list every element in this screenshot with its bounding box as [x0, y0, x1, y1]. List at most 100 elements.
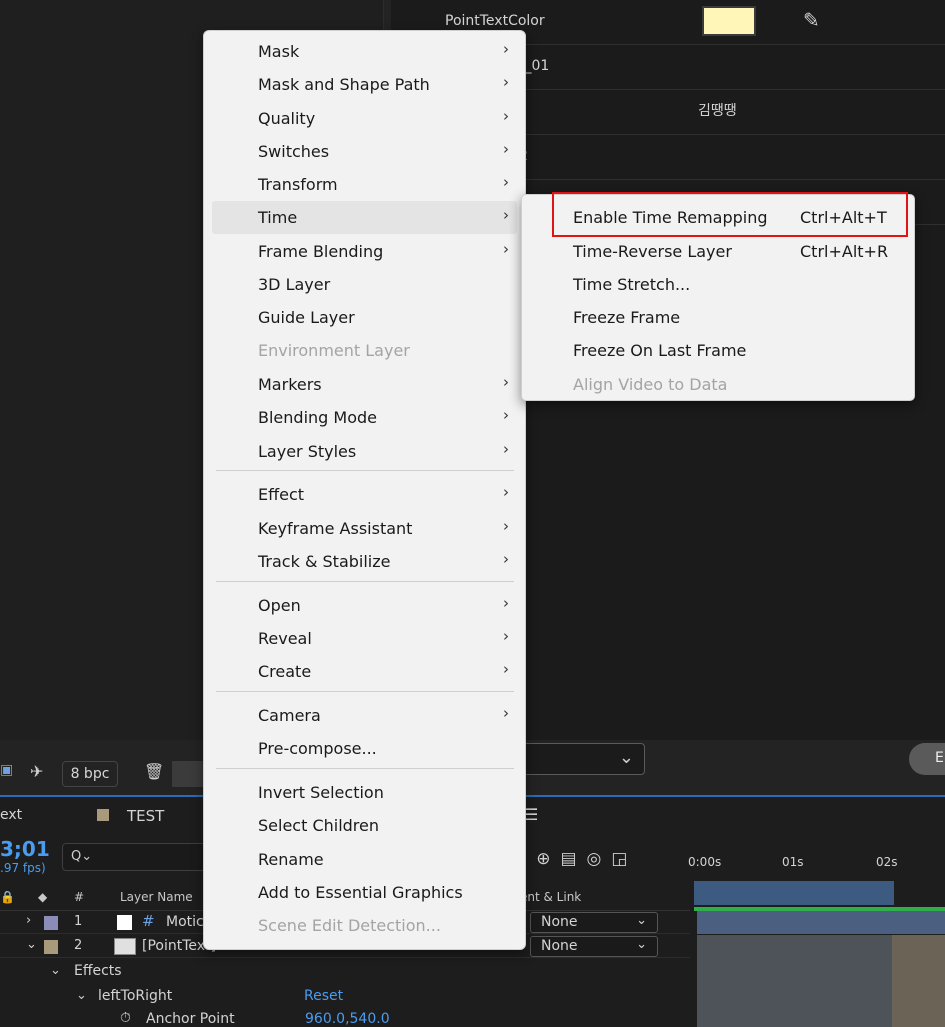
- trash-icon[interactable]: 🗑: [144, 762, 164, 781]
- expand-chevron-icon[interactable]: ›: [26, 913, 31, 928]
- timeline-tab-test[interactable]: TEST: [127, 807, 164, 825]
- comp-color-swatch: [97, 809, 109, 821]
- footage-icon: [114, 938, 136, 955]
- submenu-item-time-reverse-layer[interactable]: Time-Reverse Layer Ctrl+Alt+R: [522, 235, 914, 268]
- menu-item-quality[interactable]: Quality ›: [212, 102, 517, 135]
- collapse-chevron-icon[interactable]: ⌄: [26, 937, 37, 952]
- time-ruler[interactable]: 0:00s 01s 02s: [688, 845, 945, 885]
- submenu-item-freeze-frame[interactable]: Freeze Frame: [522, 301, 914, 334]
- submenu-arrow-icon: ›: [503, 550, 509, 568]
- menu-item-label: Camera: [258, 706, 321, 725]
- menu-item-rename[interactable]: Rename: [212, 843, 517, 876]
- effects-chevron-icon[interactable]: ⌄: [50, 963, 61, 978]
- bpc-button[interactable]: 8 bpc: [62, 761, 118, 787]
- submenu-item-label: Freeze Frame: [573, 308, 681, 327]
- menu-item-label: Effect: [258, 485, 305, 504]
- menu-item-mask-and-shape-path[interactable]: Mask and Shape Path ›: [212, 68, 517, 101]
- menu-item-reveal[interactable]: Reveal ›: [212, 622, 517, 655]
- menu-item-effect[interactable]: Effect ›: [212, 478, 517, 511]
- submenu-item-shortcut: Ctrl+Alt+R: [800, 242, 889, 261]
- menu-item-label: Mask: [258, 42, 300, 61]
- reset-link[interactable]: Reset: [304, 988, 343, 1004]
- eyedropper-icon[interactable]: ✎: [803, 8, 820, 32]
- menu-item-label: Time: [258, 208, 298, 227]
- submenu-arrow-icon: ›: [503, 594, 509, 612]
- work-area-bar[interactable]: [694, 881, 894, 905]
- timeline-search-input[interactable]: Q⌄: [62, 843, 207, 871]
- ruler-label: 0:00s: [688, 855, 722, 869]
- anchor-point-value[interactable]: 960.0,540.0: [305, 1011, 390, 1027]
- menu-item-transform[interactable]: Transform ›: [212, 168, 517, 201]
- header-layer-name[interactable]: Layer Name: [120, 890, 193, 904]
- submenu-arrow-icon: ›: [503, 40, 509, 58]
- menu-item-add-to-essential-graphics[interactable]: Add to Essential Graphics: [212, 876, 517, 909]
- parent-value: None: [541, 914, 578, 930]
- effect-chevron-icon[interactable]: ⌄: [76, 988, 87, 1003]
- submenu-arrow-icon: ›: [503, 140, 509, 158]
- menu-item-keyframe-assistant[interactable]: Keyframe Assistant ›: [212, 512, 517, 545]
- parent-dropdown[interactable]: None ⌄: [530, 912, 658, 933]
- menu-separator: [216, 581, 514, 582]
- menu-item-pre-compose[interactable]: Pre-compose...: [212, 732, 517, 765]
- menu-item-guide-layer[interactable]: Guide Layer: [212, 301, 517, 334]
- timeline-switch-icons[interactable]: ✦⊕▤◎◲: [512, 849, 637, 869]
- layer-label-color[interactable]: [44, 940, 58, 954]
- menu-item-invert-selection[interactable]: Invert Selection: [212, 776, 517, 809]
- ruler-label: 02s: [876, 855, 898, 869]
- menu-item-label: Create: [258, 662, 312, 681]
- menu-item-label: Guide Layer: [258, 308, 355, 327]
- layer-name[interactable]: Motic: [166, 914, 204, 930]
- label-tag-icon[interactable]: ◆: [38, 890, 47, 904]
- menu-item-label: Markers: [258, 375, 322, 394]
- anchor-point-label: Anchor Point: [146, 1011, 235, 1027]
- menu-item-create[interactable]: Create ›: [212, 655, 517, 688]
- menu-item-scene-edit-detection: Scene Edit Detection...: [212, 909, 517, 942]
- submenu-item-align-video-to-data: Align Video to Data: [522, 368, 914, 401]
- new-folder-icon[interactable]: ✈: [30, 762, 43, 781]
- submenu-arrow-icon: ›: [503, 440, 509, 458]
- submenu-arrow-icon: ›: [503, 517, 509, 535]
- submenu-arrow-icon: ›: [503, 704, 509, 722]
- menu-item-time[interactable]: Time ›: [212, 201, 517, 234]
- submenu-arrow-icon: ›: [503, 660, 509, 678]
- menu-item-open[interactable]: Open ›: [212, 589, 517, 622]
- menu-item-label: Rename: [258, 850, 324, 869]
- layer-type-icon: [117, 915, 132, 930]
- color-swatch[interactable]: [702, 6, 756, 36]
- submenu-item-time-stretch[interactable]: Time Stretch...: [522, 268, 914, 301]
- panel-menu-icon[interactable]: ☰: [524, 805, 538, 824]
- timeline-tab-prev[interactable]: ext: [0, 807, 22, 823]
- submenu-arrow-icon: ›: [503, 406, 509, 424]
- menu-separator: [216, 768, 514, 769]
- menu-item-camera[interactable]: Camera ›: [212, 699, 517, 732]
- menu-item-track-stabilize[interactable]: Track & Stabilize ›: [212, 545, 517, 578]
- menu-item-label: Mask and Shape Path: [258, 75, 430, 94]
- ec-text-value[interactable]: 김땡땡: [698, 100, 737, 120]
- menu-item-layer-styles[interactable]: Layer Styles ›: [212, 435, 517, 468]
- layer-label-color[interactable]: [44, 916, 58, 930]
- menu-item-label: Environment Layer: [258, 341, 410, 360]
- chevron-down-icon: ⌄: [636, 937, 647, 952]
- menu-item-switches[interactable]: Switches ›: [212, 135, 517, 168]
- null-icon: #: [142, 912, 155, 930]
- menu-item-frame-blending[interactable]: Frame Blending ›: [212, 235, 517, 268]
- menu-item-markers[interactable]: Markers ›: [212, 368, 517, 401]
- lock-icon[interactable]: 🔒: [0, 890, 15, 904]
- parent-dropdown[interactable]: None ⌄: [530, 936, 658, 957]
- ec-button[interactable]: E: [909, 743, 945, 775]
- menu-item-select-children[interactable]: Select Children: [212, 809, 517, 842]
- interpret-footage-icon[interactable]: ▣: [0, 762, 16, 778]
- submenu-arrow-icon: ›: [503, 373, 509, 391]
- header-parent-link[interactable]: ent & Link: [520, 890, 581, 904]
- submenu-arrow-icon: ›: [503, 206, 509, 224]
- menu-item-label: Track & Stabilize: [258, 552, 391, 571]
- menu-item-mask[interactable]: Mask ›: [212, 35, 517, 68]
- layer-track[interactable]: [697, 911, 945, 934]
- current-timecode[interactable]: 3;01: [0, 837, 50, 861]
- menu-item-3d-layer[interactable]: 3D Layer: [212, 268, 517, 301]
- menu-item-blending-mode[interactable]: Blending Mode ›: [212, 401, 517, 434]
- submenu-item-freeze-on-last-frame[interactable]: Freeze On Last Frame: [522, 334, 914, 367]
- ec-dropdown[interactable]: ⌄: [521, 743, 645, 775]
- menu-item-label: Add to Essential Graphics: [258, 883, 463, 902]
- parent-value: None: [541, 938, 578, 954]
